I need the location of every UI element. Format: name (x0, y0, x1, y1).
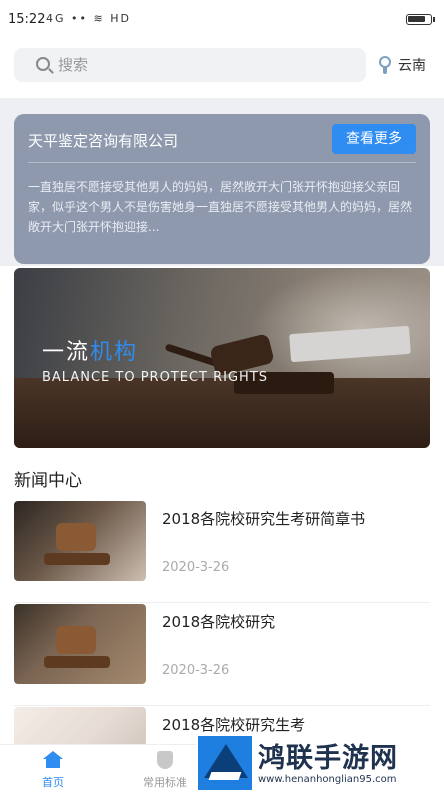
tab-home-label: 首页 (42, 776, 64, 789)
news-thumbnail (14, 501, 146, 581)
news-date: 2020-3-26 (162, 560, 230, 575)
gavel-icon (56, 626, 96, 654)
search-row: 云南 (0, 36, 444, 98)
company-card: 天平鉴定咨询有限公司 查看更多 一直独居不愿接受其他男人的妈妈，居然敞开大门张开… (14, 114, 430, 264)
tab-standards-label: 常用标准 (143, 776, 187, 789)
gavel-block (44, 656, 110, 668)
battery-fill (408, 16, 425, 22)
battery-icon (406, 14, 435, 25)
gavel-icon (56, 523, 96, 551)
location-label: 云南 (398, 58, 426, 74)
shield-icon (157, 751, 173, 769)
signal-icons: 4G •• ≋ HD (46, 12, 131, 25)
view-more-button[interactable]: 查看更多 (332, 124, 416, 154)
search-input[interactable] (58, 48, 358, 82)
status-time: 15:22 (8, 12, 46, 27)
company-name: 天平鉴定咨询有限公司 (28, 132, 179, 150)
home-icon (43, 751, 63, 769)
watermark: 鸿联手游网 www.henanhonglian95.com (196, 732, 444, 794)
search-icon (36, 57, 50, 71)
news-item[interactable]: 2018各院校研究 2020-3-26 (14, 603, 430, 706)
news-thumbnail (14, 604, 146, 684)
watermark-url: www.henanhonglian95.com (258, 774, 397, 785)
location-pin-icon (378, 56, 392, 74)
banner-title: 一流机构 (42, 334, 138, 366)
watermark-name: 鸿联手游网 (258, 743, 398, 774)
banner-title-plain: 一流 (42, 340, 91, 365)
divider (28, 162, 416, 163)
search-box[interactable] (14, 48, 366, 82)
banner-subtitle: BALANCE TO PROTECT RIGHTS (42, 370, 269, 385)
news-heading: 新闻中心 (14, 471, 82, 491)
news-title: 2018各院校研究生考研简章书 (162, 510, 366, 528)
banner[interactable]: 一流机构 BALANCE TO PROTECT RIGHTS (14, 268, 430, 448)
tab-home[interactable]: 首页 (8, 745, 98, 794)
news-title: 2018各院校研究 (162, 613, 276, 631)
company-description: 一直独居不愿接受其他男人的妈妈，居然敞开大门张开怀抱迎接父亲回家，似乎这个男人不… (28, 180, 413, 234)
status-bar: 15:22 4G •• ≋ HD (0, 0, 444, 36)
banner-desk (14, 378, 430, 448)
banner-title-highlight: 机构 (90, 340, 139, 365)
watermark-logo-icon (198, 736, 252, 790)
location-selector[interactable]: 云南 (378, 48, 426, 82)
news-date: 2020-3-26 (162, 663, 230, 678)
gavel-block (44, 553, 110, 565)
news-item[interactable]: 2018各院校研究生考研简章书 2020-3-26 (14, 500, 430, 603)
